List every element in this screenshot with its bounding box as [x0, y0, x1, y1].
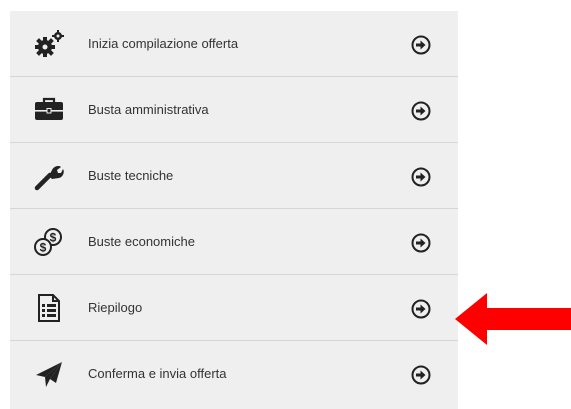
menu-item-buste-tecniche[interactable]: Buste tecniche [10, 143, 458, 209]
menu-item-label: Busta amministrativa [88, 102, 209, 117]
gears-icon [32, 29, 66, 59]
arrow-right-circle-icon[interactable] [411, 35, 431, 55]
offer-menu-panel: Inizia compilazione offerta Busta ammini… [10, 11, 458, 409]
red-pointer-arrow-icon [451, 291, 571, 347]
wrench-icon [32, 161, 66, 191]
menu-item-conferma-invia[interactable]: Conferma e invia offerta [10, 341, 458, 407]
menu-item-label: Conferma e invia offerta [88, 366, 227, 381]
menu-item-label: Buste economiche [88, 234, 195, 249]
menu-item-buste-economiche[interactable]: $ $ Buste economiche [10, 209, 458, 275]
arrow-right-circle-icon[interactable] [411, 233, 431, 253]
arrow-right-circle-icon[interactable] [411, 101, 431, 121]
svg-text:$: $ [40, 241, 47, 255]
arrow-right-circle-icon[interactable] [411, 299, 431, 319]
menu-item-label: Inizia compilazione offerta [88, 36, 239, 51]
arrow-right-circle-icon[interactable] [411, 167, 431, 187]
menu-item-busta-amministrativa[interactable]: Busta amministrativa [10, 77, 458, 143]
arrow-right-circle-icon[interactable] [411, 365, 431, 385]
briefcase-icon [32, 95, 66, 125]
menu-item-inizia-compilazione[interactable]: Inizia compilazione offerta [10, 11, 458, 77]
menu-item-label: Buste tecniche [88, 168, 174, 183]
paper-plane-icon [32, 359, 66, 389]
list-document-icon [32, 293, 66, 323]
menu-item-riepilogo[interactable]: Riepilogo [10, 275, 458, 341]
menu-item-label: Riepilogo [88, 300, 143, 315]
coins-icon: $ $ [32, 227, 66, 257]
